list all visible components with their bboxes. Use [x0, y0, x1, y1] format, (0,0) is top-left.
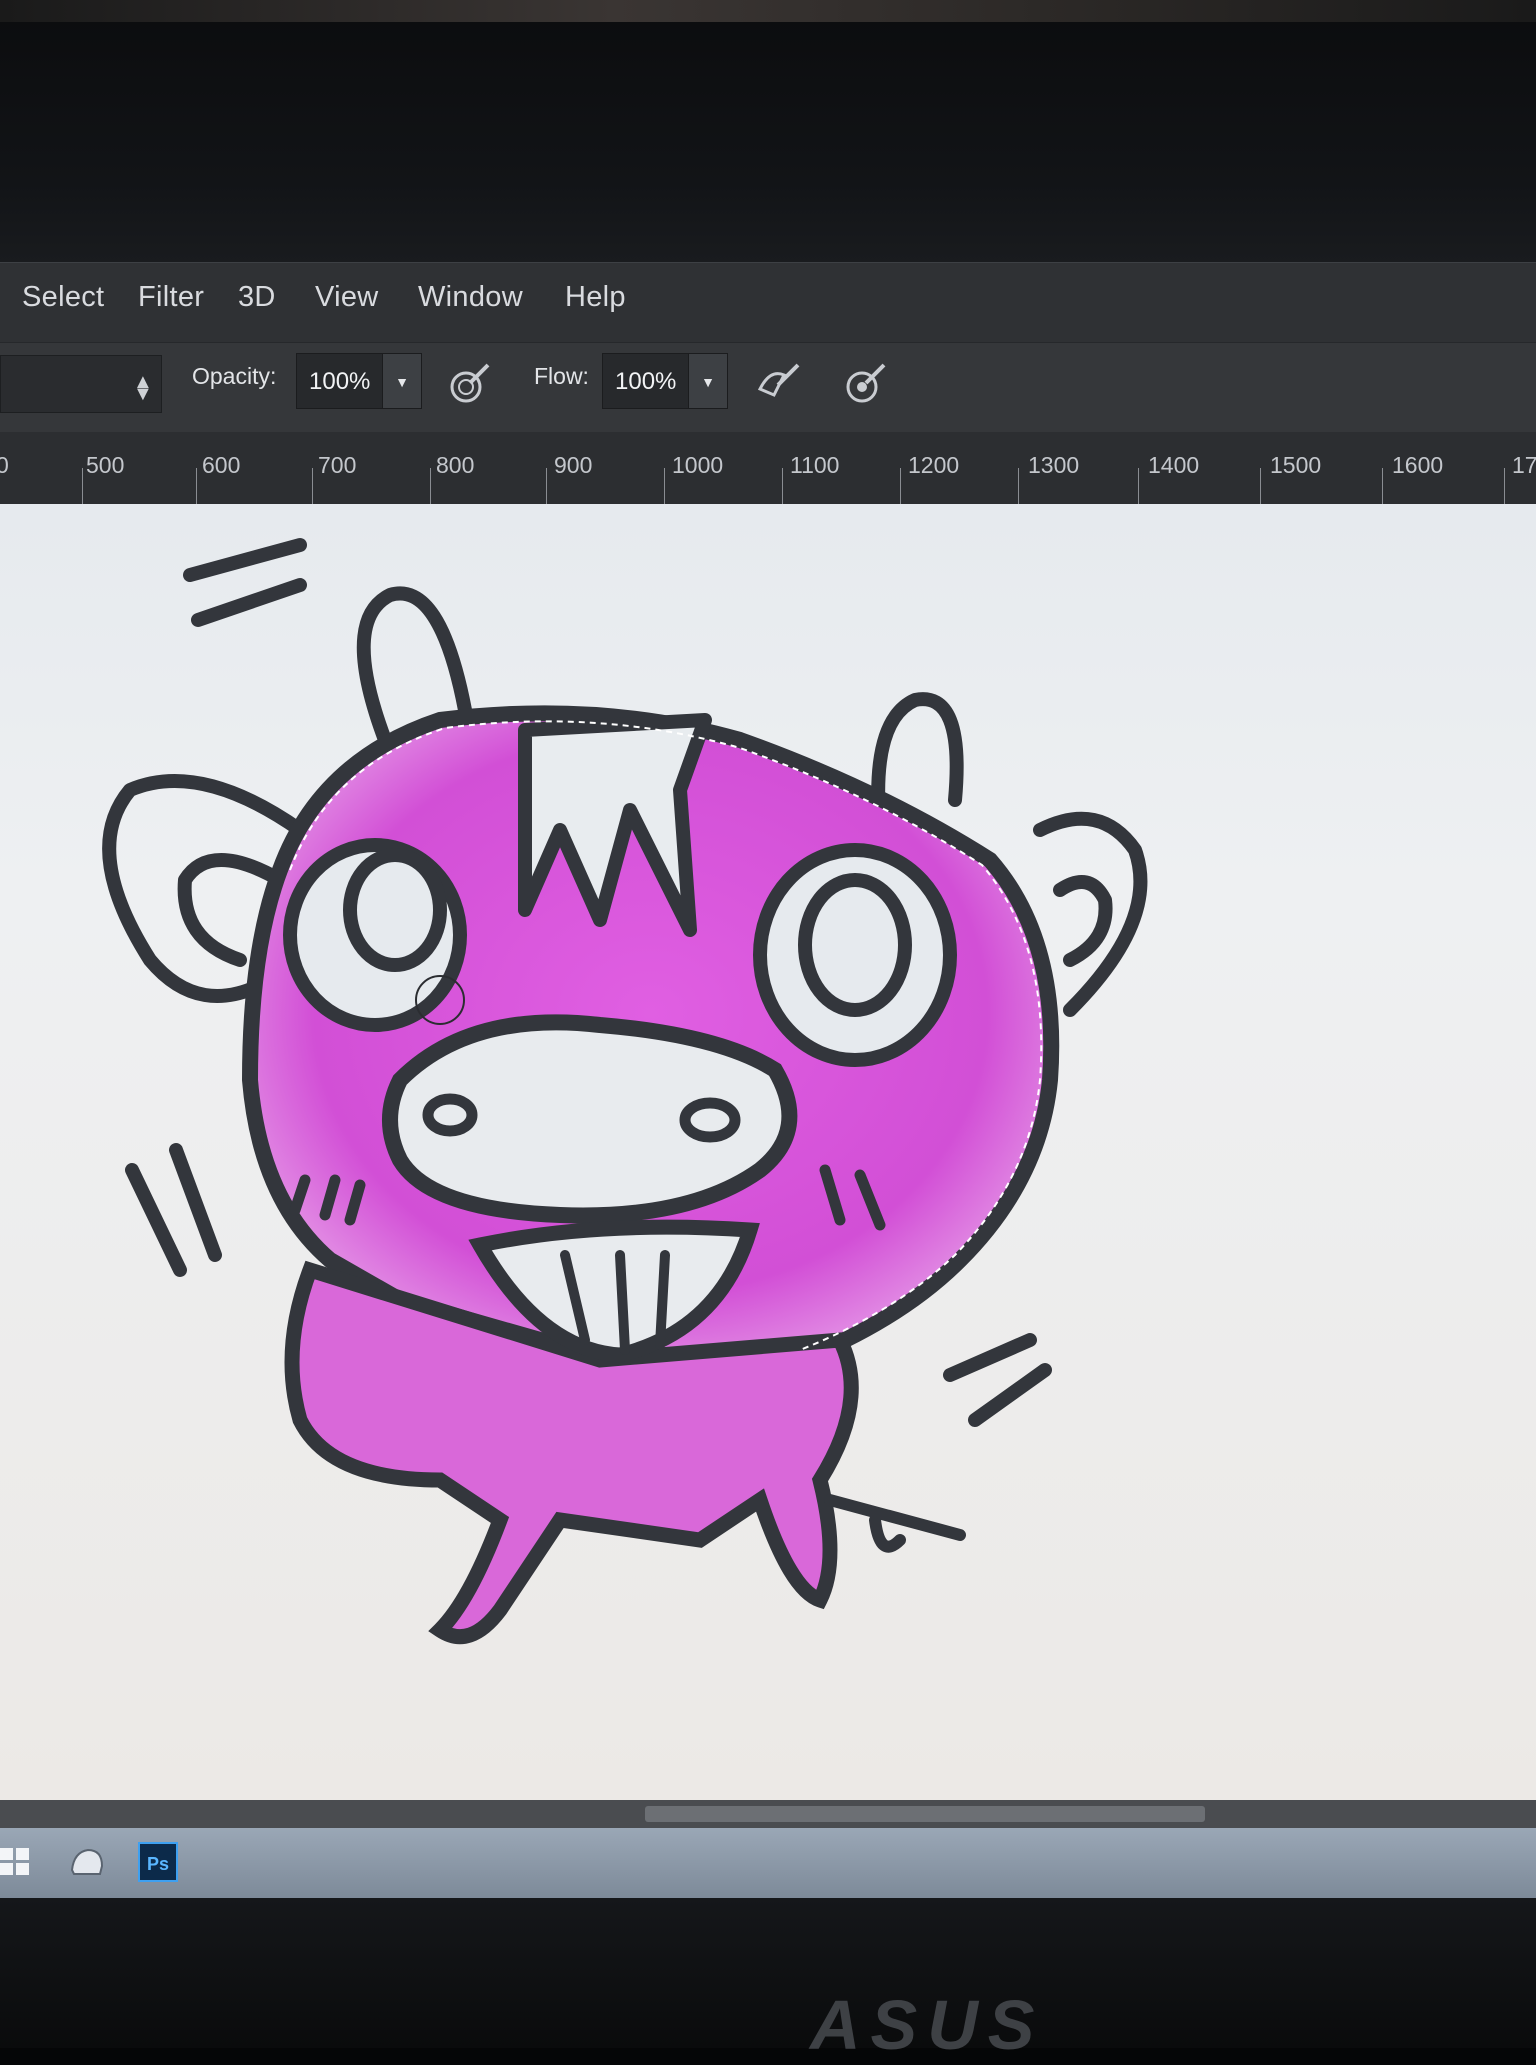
left-eye-inner	[343, 848, 447, 972]
menu-3d[interactable]: 3D	[238, 281, 276, 314]
ruler-tick	[1260, 468, 1261, 504]
ruler-label: 500	[86, 452, 125, 478]
ruler-label: 1600	[1392, 452, 1444, 478]
horizontal-ruler: 0 500 600 700 800 900 1000 1100 1200 130…	[0, 432, 1536, 505]
taskbar: Ps	[0, 1828, 1536, 1898]
ruler-tick	[546, 468, 547, 504]
ruler-label: 800	[436, 452, 475, 478]
motion-line	[183, 538, 307, 582]
right-ear-inner	[1053, 875, 1113, 967]
ruler-label: 1500	[1270, 452, 1322, 478]
right-ear	[1033, 811, 1148, 1017]
flow-dropdown-button[interactable]: ▼	[688, 353, 728, 409]
menu-filter[interactable]: Filter	[138, 281, 204, 314]
pressure-size-icon[interactable]	[842, 359, 890, 407]
ruler-label: 1300	[1028, 452, 1080, 478]
windows-start-icon[interactable]	[0, 1838, 38, 1884]
ruler-tick	[1382, 468, 1383, 504]
ruler-tick	[664, 468, 665, 504]
ruler-label: 900	[554, 452, 593, 478]
ruler-tick	[196, 468, 197, 504]
ruler-tick	[1504, 468, 1505, 504]
monitor-bezel-bottom	[0, 1898, 1536, 2048]
opacity-label: Opacity:	[192, 363, 277, 389]
pressure-opacity-icon[interactable]	[446, 359, 494, 407]
photoshop-taskbar-button[interactable]: Ps	[138, 1842, 178, 1882]
flow-label: Flow:	[534, 363, 589, 389]
tool-options-bar: ▲ ▼ Opacity: 100% ▼ Flow: 100% ▼	[0, 342, 1536, 434]
file-explorer-icon[interactable]	[64, 1838, 110, 1884]
ruler-label: 700	[318, 452, 357, 478]
monitor-bezel-top	[0, 0, 1536, 262]
ruler-label: 1400	[1148, 452, 1200, 478]
ruler-label: 1200	[908, 452, 960, 478]
menu-select[interactable]: Select	[22, 281, 104, 314]
opacity-dropdown-button[interactable]: ▼	[382, 353, 422, 409]
ruler-label: 600	[202, 452, 241, 478]
menu-window[interactable]: Window	[418, 281, 523, 314]
monitor-brand-logo: ASUS	[810, 1986, 1045, 2064]
document-canvas[interactable]	[0, 504, 1536, 1800]
ruler-tick	[430, 468, 431, 504]
motion-line	[169, 1143, 222, 1262]
motion-line	[125, 1163, 187, 1277]
motion-line	[943, 1333, 1037, 1382]
ruler-label: 0	[0, 452, 9, 478]
menu-view[interactable]: View	[315, 281, 379, 314]
scrollbar-thumb[interactable]	[645, 1806, 1205, 1822]
horizontal-scrollbar[interactable]	[0, 1800, 1536, 1828]
motion-line	[191, 578, 307, 627]
spinner-icon[interactable]: ▲ ▼	[133, 372, 153, 404]
menu-bar: Select Filter 3D View Window Help	[0, 262, 1536, 343]
airbrush-icon[interactable]	[754, 359, 802, 407]
background-edge	[0, 0, 1536, 22]
tail	[824, 1494, 966, 1553]
cartoon-drawing	[102, 538, 1148, 1645]
ruler-tick	[900, 468, 901, 504]
ruler-tick	[1018, 468, 1019, 504]
mode-select[interactable]: ▲ ▼	[0, 355, 162, 413]
ruler-tick	[1138, 468, 1139, 504]
motion-line	[968, 1363, 1052, 1427]
ruler-tick	[312, 468, 313, 504]
ruler-tick	[782, 468, 783, 504]
ruler-label: 1000	[672, 452, 724, 478]
right-eye-inner	[798, 873, 912, 1017]
menu-help[interactable]: Help	[565, 281, 626, 314]
ruler-label: 1100	[790, 452, 840, 478]
ruler-tick	[82, 468, 83, 504]
ruler-label: 17	[1512, 452, 1536, 478]
